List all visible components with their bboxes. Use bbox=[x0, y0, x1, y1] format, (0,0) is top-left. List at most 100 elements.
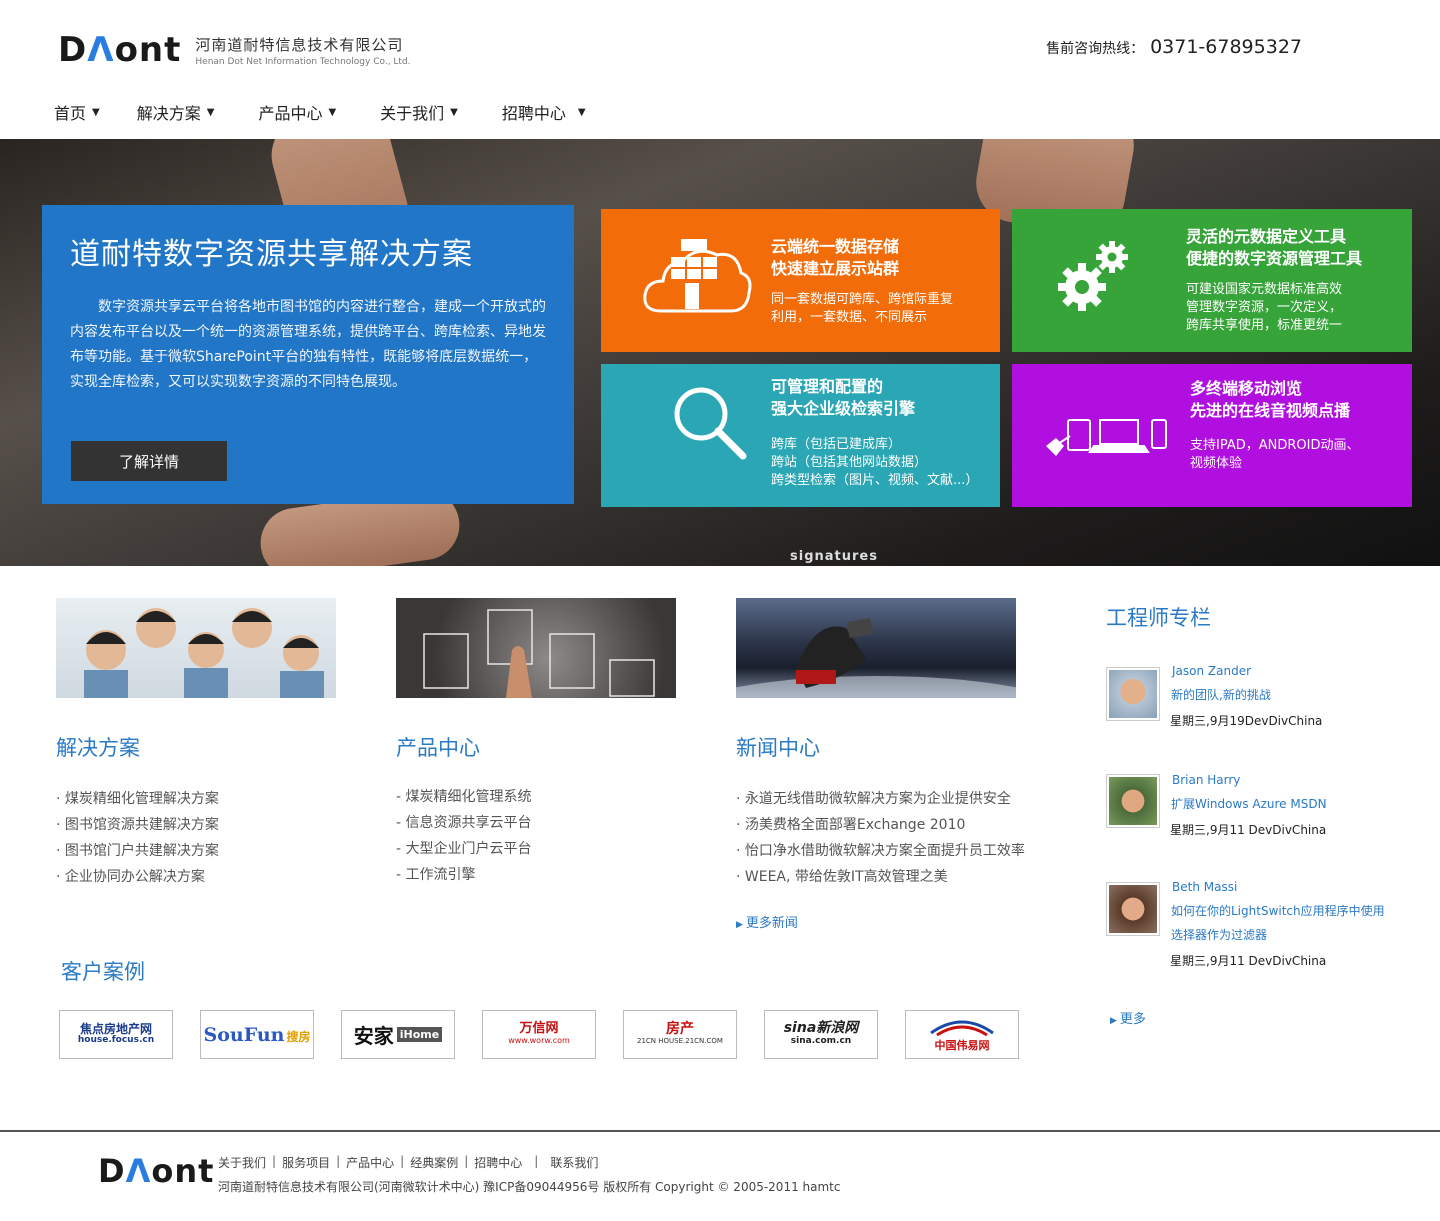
news-link[interactable]: · 永道无线借助微软解决方案为企业提供安全 bbox=[736, 786, 1096, 812]
footer-link-careers[interactable]: 招聘中心 bbox=[474, 1154, 522, 1171]
tile-desc: 同一套数据可跨库、跨馆际重复 利用，一套数据、不同展示 bbox=[771, 292, 954, 325]
engineer-name[interactable]: Jason Zander bbox=[1172, 664, 1251, 678]
engineer-article-link[interactable]: 如何在你的LightSwitch应用程序中使用 选择器作为过滤器 bbox=[1171, 899, 1401, 947]
soufun-logo: SouFun 搜房 bbox=[203, 1023, 311, 1046]
weiyi-swoosh-icon bbox=[930, 1020, 994, 1036]
avatar bbox=[1106, 882, 1160, 936]
tile-title: 可管理和配置的 强大企业级检索引擎 bbox=[771, 377, 916, 418]
engineer-post: Jason Zander 新的团队,新的挑战 星期三,9月19DevDivChi… bbox=[1106, 664, 1406, 728]
product-link[interactable]: - 煤炭精细化管理系统 bbox=[396, 784, 736, 810]
client-logo-list: 焦点房地产网 house.focus.cn SouFun 搜房 安家 iHome 万信… bbox=[59, 1010, 1046, 1059]
news-section: 新闻中心 · 永道无线借助微软解决方案为企业提供安全 · 汤美费格全面部署Exc… bbox=[736, 598, 1096, 931]
footer-link-about[interactable]: 关于我们 bbox=[218, 1154, 266, 1171]
nav-solutions[interactable]: 解决方案 ▼ bbox=[137, 100, 215, 124]
engineer-name[interactable]: Beth Massi bbox=[1172, 880, 1237, 894]
caret-down-icon: ▼ bbox=[577, 106, 586, 118]
client-cases-title: 客户案例 bbox=[61, 960, 145, 984]
hotline-number: 0371-67895327 bbox=[1150, 36, 1302, 58]
solutions-section: 解决方案 · 煤炭精细化管理解决方案 · 图书馆资源共建解决方案 · 图书馆门户… bbox=[56, 598, 396, 890]
client-logo-sina[interactable]: sina新浪网 sina.com.cn bbox=[764, 1010, 878, 1059]
client-logo-weiyi[interactable]: 中国伟易网 bbox=[905, 1010, 1019, 1059]
engineer-column: 工程师专栏 Jason Zander 新的团队,新的挑战 星期三,9月19Dev… bbox=[1106, 598, 1406, 1027]
hero-banner: signatures 道耐特数字资源共享解决方案 数字资源共享云平台将各地市图书… bbox=[0, 139, 1440, 566]
news-photo-illustration bbox=[736, 618, 1016, 698]
cloud-icon bbox=[643, 239, 752, 313]
site-logo[interactable]: DΛont 河南道耐特信息技术有限公司 Henan Dot Net Inform… bbox=[58, 30, 411, 70]
engineer-article-link[interactable]: 扩展Windows Azure MSDN bbox=[1171, 792, 1401, 816]
intro-title: 道耐特数字资源共享解决方案 bbox=[70, 237, 473, 272]
solution-link[interactable]: · 图书馆资源共建解决方案 bbox=[56, 812, 396, 838]
footer-link-services[interactable]: 服务项目 bbox=[282, 1154, 330, 1171]
site-header: DΛont 河南道耐特信息技术有限公司 Henan Dot Net Inform… bbox=[0, 0, 1440, 139]
product-link[interactable]: - 信息资源共享云平台 bbox=[396, 810, 736, 836]
intro-panel: 道耐特数字资源共享解决方案 数字资源共享云平台将各地市图书馆的内容进行整合，建成… bbox=[42, 205, 574, 504]
client-logo-wanxin[interactable]: 万信网 www.worw.com bbox=[482, 1010, 596, 1059]
engineer-article-link[interactable]: 新的团队,新的挑战 bbox=[1171, 683, 1401, 707]
footer-link-products[interactable]: 产品中心 bbox=[346, 1154, 394, 1171]
engineer-post-date: 星期三,9月11 DevDivChina bbox=[1170, 823, 1327, 837]
sina-logo: sina新浪网 sina.com.cn bbox=[783, 1019, 859, 1046]
footer-copyright: 河南道耐特信息技术有限公司(河南微软计术中心) 豫ICP备09044956号 版… bbox=[218, 1180, 841, 1194]
news-link[interactable]: · 怡口净水借助微软解决方案全面提升员工效率 bbox=[736, 838, 1096, 864]
solution-link[interactable]: · 煤炭精细化管理解决方案 bbox=[56, 786, 396, 812]
sales-hotline: 售前咨询热线： 0371-67895327 bbox=[1046, 36, 1302, 58]
feature-tile-mobile[interactable]: 多终端移动浏览 先进的在线音视频点播 支持IPAD，ANDROID动画、 视频体验 bbox=[1012, 364, 1412, 507]
nav-home[interactable]: 首页 ▼ bbox=[54, 100, 100, 124]
nav-careers[interactable]: 招聘中心 ▼ bbox=[502, 100, 586, 124]
products-list: - 煤炭精细化管理系统 - 信息资源共享云平台 - 大型企业门户云平台 - 工作… bbox=[396, 784, 736, 888]
tile-desc: 支持IPAD，ANDROID动画、 视频体验 bbox=[1190, 438, 1360, 471]
tile-title: 云端统一数据存储 快速建立展示站群 bbox=[771, 237, 900, 278]
nav-about[interactable]: 关于我们 ▼ bbox=[380, 100, 458, 124]
footer-link-cases[interactable]: 经典案例 bbox=[410, 1154, 458, 1171]
learn-more-button[interactable]: 了解详情 bbox=[71, 441, 227, 481]
more-news-link[interactable]: ▶ 更多新闻 bbox=[736, 912, 1096, 931]
caret-down-icon: ▼ bbox=[450, 106, 458, 118]
touchscreen-photo bbox=[396, 598, 676, 698]
team-photo-illustration bbox=[84, 608, 324, 698]
touchscreen-illustration bbox=[423, 609, 655, 698]
solution-link[interactable]: · 图书馆门户共建解决方案 bbox=[56, 838, 396, 864]
engineer-column-title: 工程师专栏 bbox=[1106, 606, 1211, 630]
feature-tile-search[interactable]: 可管理和配置的 强大企业级检索引擎 跨库（包括已建成库） 跨站（包括其他网站数据）跨… bbox=[601, 364, 1000, 507]
tile-title: 灵活的元数据定义工具 便捷的数字资源管理工具 bbox=[1186, 227, 1363, 268]
intro-text: 数字资源共享云平台将各地市图书馆的内容进行整合，建成一个开放式的内容发布平台以及… bbox=[70, 299, 546, 390]
triangle-right-icon: ▶ bbox=[1110, 1016, 1117, 1026]
engineer-post: Beth Massi 如何在你的LightSwitch应用程序中使用 选择器作为过… bbox=[1106, 880, 1406, 968]
hotline-label: 售前咨询热线： bbox=[1046, 41, 1145, 57]
client-logo-focus[interactable]: 焦点房地产网 house.focus.cn bbox=[59, 1010, 173, 1059]
footer-link-contact[interactable]: 联系我们 bbox=[550, 1154, 598, 1171]
company-name-cn: 河南道耐特信息技术有限公司 bbox=[195, 35, 404, 54]
footer-logo[interactable]: DΛont bbox=[98, 1152, 214, 1190]
caret-down-icon: ▼ bbox=[328, 106, 337, 118]
avatar bbox=[1106, 667, 1160, 721]
nav-products[interactable]: 产品中心 ▼ bbox=[258, 100, 336, 124]
gears-icon bbox=[1058, 241, 1128, 311]
anjia-logo: 安家 iHome bbox=[354, 1020, 443, 1049]
products-title: 产品中心 bbox=[396, 736, 480, 760]
footer-links: 关于我们 | 服务项目 | 产品中心 | 经典案例 | 招聘中心 | 联系我们 bbox=[218, 1154, 599, 1171]
logo-mark: DΛont bbox=[58, 30, 182, 70]
news-title: 新闻中心 bbox=[736, 736, 820, 760]
engineer-name[interactable]: Brian Harry bbox=[1172, 773, 1240, 787]
devices-icon bbox=[1046, 419, 1167, 456]
client-logo-anjia[interactable]: 安家 iHome bbox=[341, 1010, 455, 1059]
client-logo-soufun[interactable]: SouFun 搜房 bbox=[200, 1010, 314, 1059]
logo-text: 河南道耐特信息技术有限公司 Henan Dot Net Information … bbox=[195, 34, 410, 67]
news-link[interactable]: · 汤美费格全面部署Exchange 2010 bbox=[736, 812, 1096, 838]
tile-desc: 跨库（包括已建成库） 跨站（包括其他网站数据） 跨类型检索（图片、视频、文献...） bbox=[771, 437, 979, 488]
more-engineer-posts-link[interactable]: ▶ 更多 bbox=[1110, 1008, 1146, 1027]
news-list: · 永道无线借助微软解决方案为企业提供安全 · 汤美费格全面部署Exchange… bbox=[736, 786, 1096, 890]
solution-link[interactable]: · 企业协同办公解决方案 bbox=[56, 864, 396, 890]
client-logo-21cn[interactable]: 房产 21CN HOUSE.21CN.COM bbox=[623, 1010, 737, 1059]
product-link[interactable]: - 工作流引擎 bbox=[396, 862, 736, 888]
product-link[interactable]: - 大型企业门户云平台 bbox=[396, 836, 736, 862]
feature-tile-cloud[interactable]: 云端统一数据存储 快速建立展示站群 同一套数据可跨库、跨馆际重复 利用，一套数据、不… bbox=[601, 209, 1000, 352]
team-photo bbox=[56, 598, 336, 698]
engineer-post: Brian Harry 扩展Windows Azure MSDN 星期三,9月1… bbox=[1106, 773, 1406, 837]
tile-desc: 可建设国家元数据标准高效 管理数字资源，一次定义， 跨库共享使用，标准更统一 bbox=[1186, 282, 1343, 333]
wanxin-logo: 万信网 www.worw.com bbox=[508, 1020, 570, 1045]
news-link[interactable]: · WEEA, 带给佐敦IT高效管理之美 bbox=[736, 864, 1096, 890]
engineer-post-date: 星期三,9月11 DevDivChina bbox=[1170, 954, 1327, 968]
engineer-post-date: 星期三,9月19DevDivChina bbox=[1170, 714, 1323, 728]
feature-tile-metadata[interactable]: 灵活的元数据定义工具 便捷的数字资源管理工具 可建设国家元数据标准高效 管理数字资源… bbox=[1012, 209, 1412, 352]
